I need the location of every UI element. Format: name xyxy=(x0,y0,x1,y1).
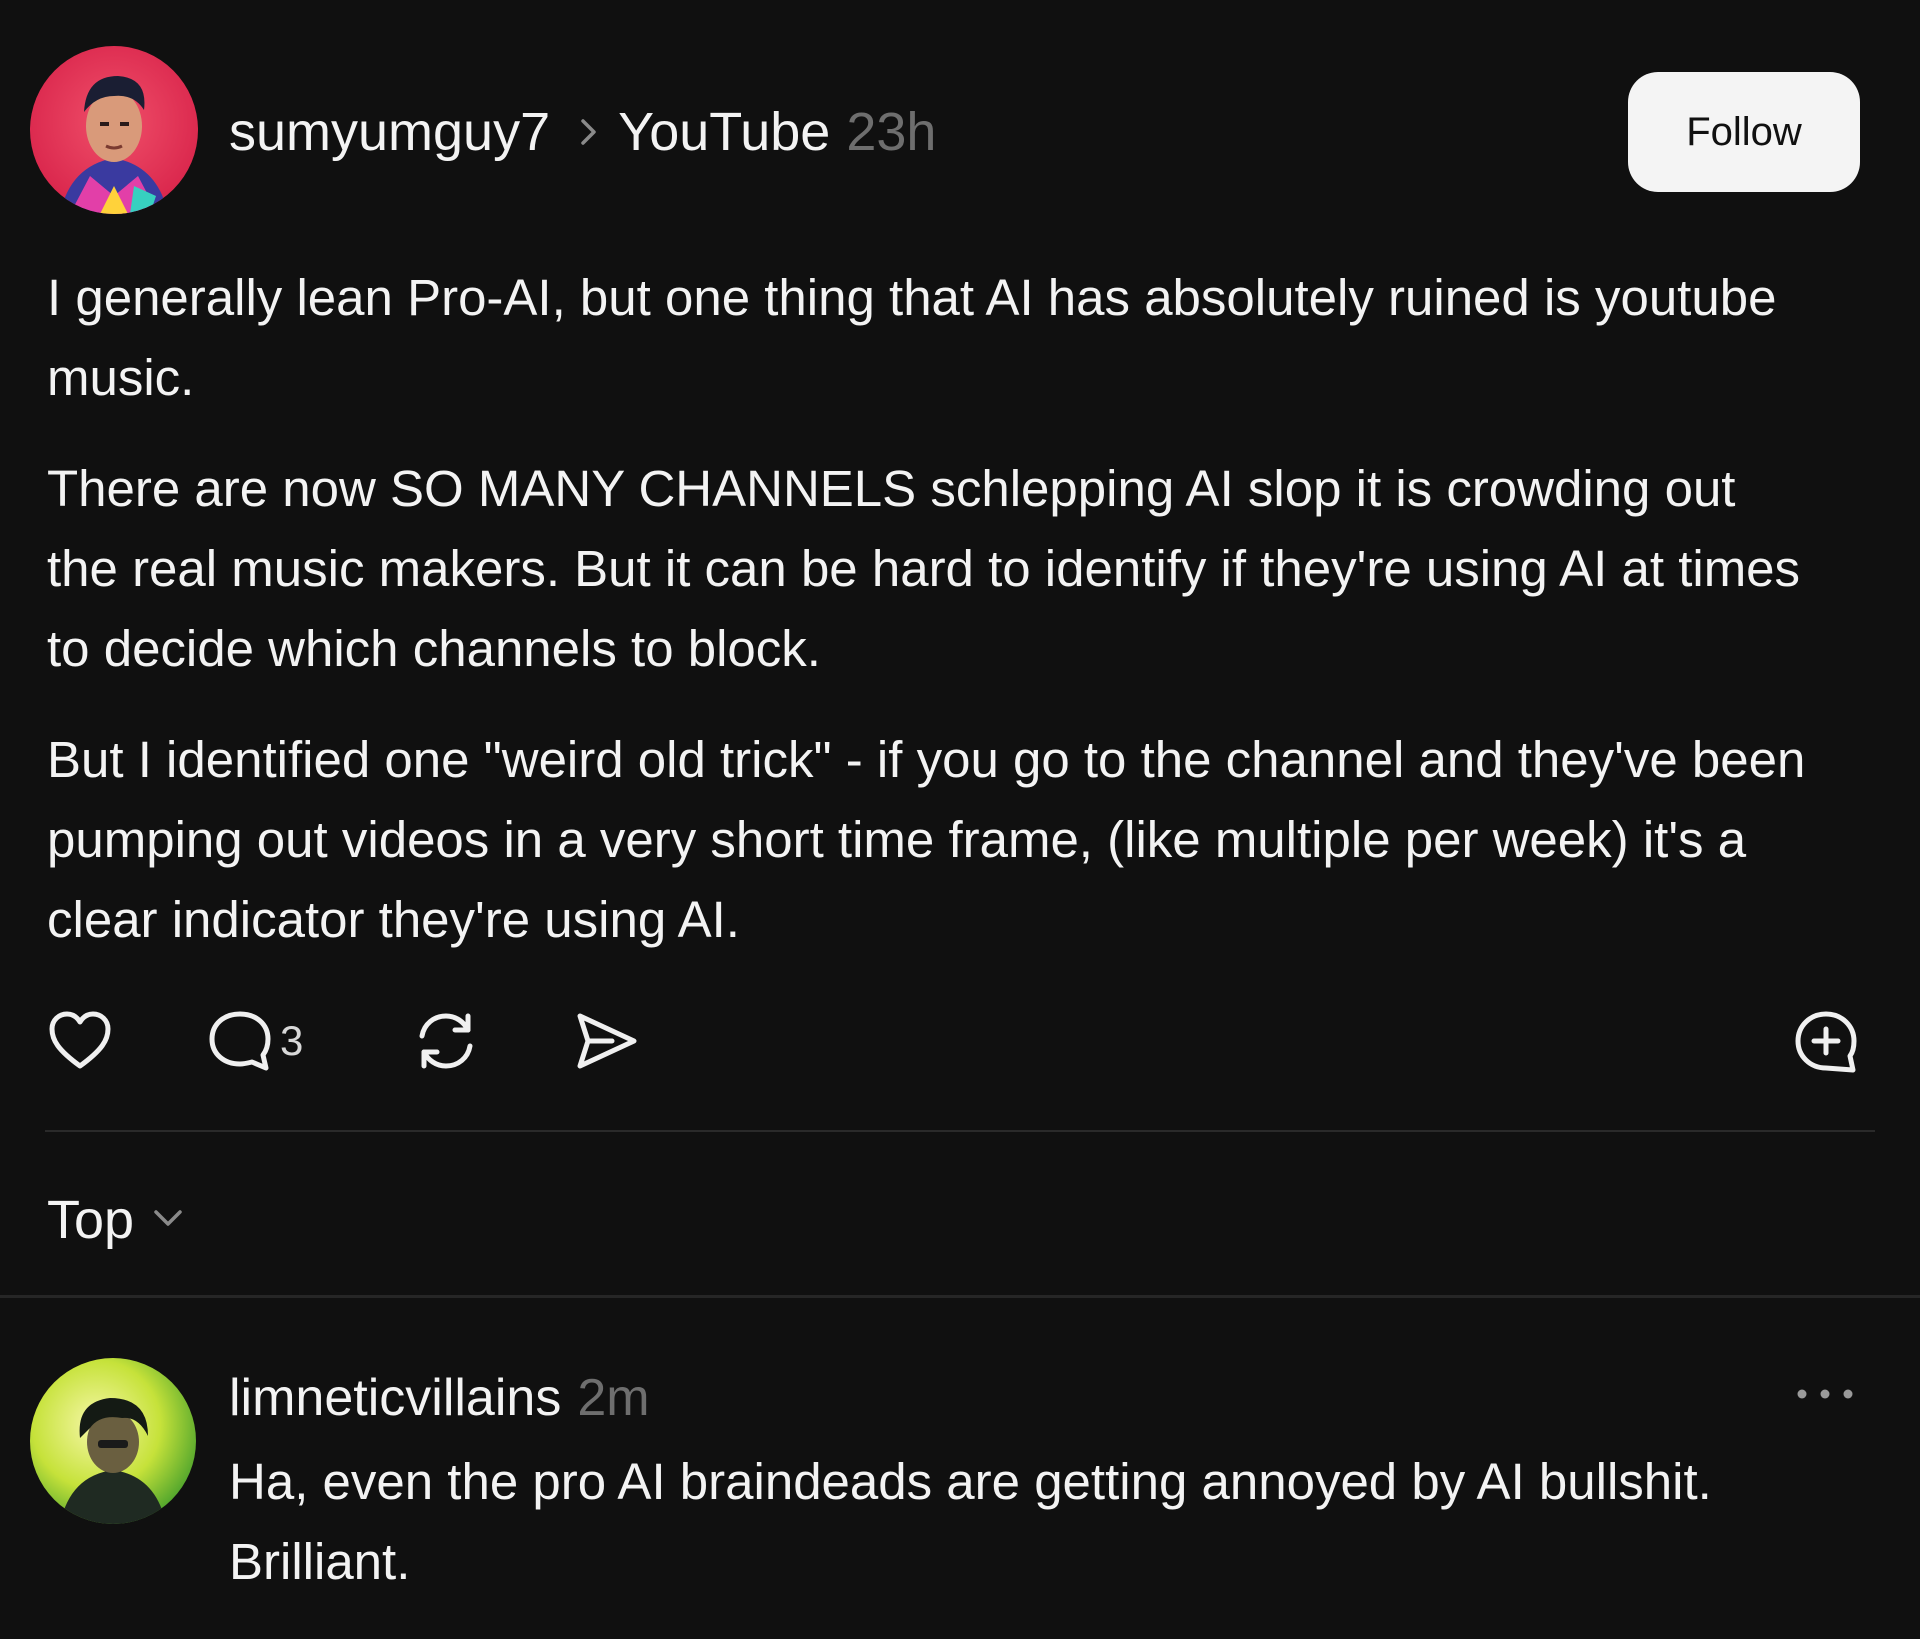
post-meta: sumyumguy7 YouTube 23h xyxy=(229,102,936,162)
comment-bubble-icon xyxy=(206,1008,274,1074)
post-body: I generally lean Pro-AI, but one thing t… xyxy=(47,258,1807,991)
reply-meta: limneticvillains 2m xyxy=(229,1363,650,1433)
reply-button[interactable]: 3 xyxy=(206,1008,303,1074)
quote-button[interactable] xyxy=(1792,1008,1860,1076)
sort-dropdown[interactable]: Top xyxy=(47,1185,186,1255)
share-button[interactable] xyxy=(572,1008,640,1074)
post-header: sumyumguy7 YouTube 23h Follow xyxy=(30,46,1860,216)
follow-button[interactable]: Follow xyxy=(1628,72,1860,192)
more-dots-icon xyxy=(1792,1374,1858,1414)
chevron-right-icon xyxy=(574,112,604,152)
reply-author-avatar[interactable] xyxy=(30,1358,196,1524)
sort-label: Top xyxy=(47,1190,135,1250)
reply-more-button[interactable] xyxy=(1792,1374,1858,1414)
reply-text: Ha, even the pro AI braindeads are getti… xyxy=(229,1453,1712,1590)
reply-item: limneticvillains 2m Ha, even the pro AI … xyxy=(0,1298,1920,1639)
post-actions: 3 xyxy=(0,1000,1920,1080)
post-paragraph: There are now SO MANY CHANNELS schleppin… xyxy=(47,460,1801,677)
like-button[interactable] xyxy=(46,1008,114,1072)
heart-icon xyxy=(46,1008,114,1072)
add-comment-icon xyxy=(1792,1008,1860,1076)
repost-icon xyxy=(412,1008,480,1074)
post: sumyumguy7 YouTube 23h Follow I generall… xyxy=(0,0,1920,1296)
reply-timestamp: 2m xyxy=(577,1369,650,1427)
post-paragraph: I generally lean Pro-AI, but one thing t… xyxy=(47,269,1777,406)
post-timestamp: 23h xyxy=(846,102,937,162)
reply-count: 3 xyxy=(280,1017,304,1064)
post-paragraph: But I identified one "weird old trick" -… xyxy=(47,731,1806,948)
divider xyxy=(45,1130,1875,1132)
chevron-down-icon xyxy=(150,1206,186,1235)
repost-button[interactable] xyxy=(412,1008,480,1074)
send-icon xyxy=(572,1008,640,1074)
community-link[interactable]: YouTube xyxy=(618,101,830,163)
reply-author-username[interactable]: limneticvillains xyxy=(229,1368,561,1428)
author-username[interactable]: sumyumguy7 xyxy=(229,101,550,163)
author-avatar[interactable] xyxy=(30,46,198,214)
